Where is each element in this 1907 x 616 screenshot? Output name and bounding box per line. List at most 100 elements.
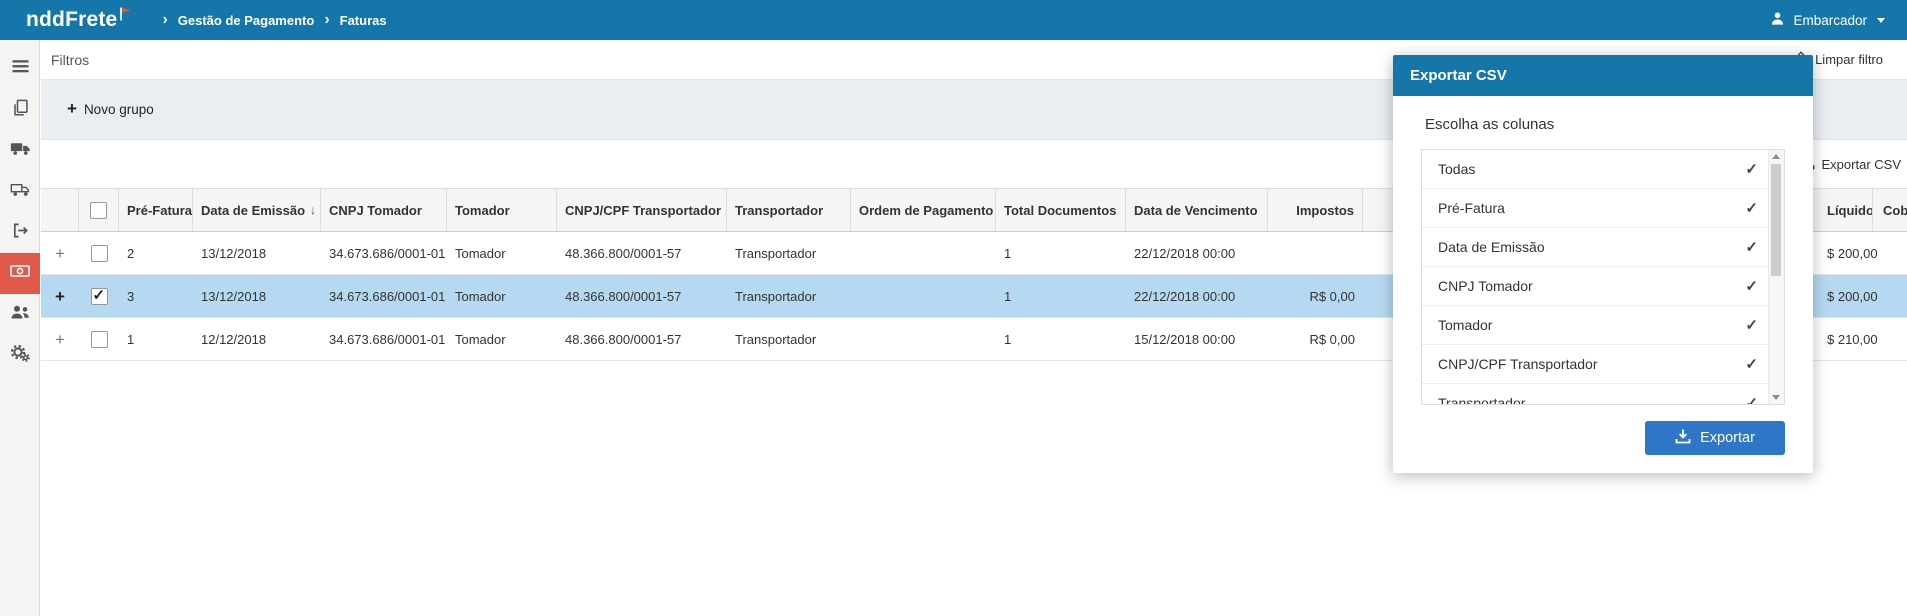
expand-row-icon[interactable]	[55, 288, 65, 305]
cell-pre-fatura: 2	[127, 245, 135, 261]
col-header-data-vencimento[interactable]: Data de Vencimento	[1126, 189, 1268, 231]
list-scrollbar[interactable]	[1768, 150, 1784, 404]
users-icon	[10, 304, 30, 325]
new-group-label: Novo grupo	[83, 102, 154, 117]
modal-title: Exportar CSV	[1393, 55, 1813, 96]
col-header-ordem-pagamento[interactable]: Ordem de Pagamento	[851, 189, 996, 231]
sidebar-item-menu[interactable]	[0, 48, 40, 89]
col-header-liquido[interactable]: Líquido	[1813, 189, 1873, 231]
column-option-label: CNPJ/CPF Transportador	[1438, 356, 1598, 372]
row-checkbox[interactable]	[90, 244, 108, 262]
expand-column-header	[41, 189, 79, 231]
user-menu[interactable]: Embarcador	[1770, 11, 1885, 29]
col-header-impostos[interactable]: Impostos	[1268, 189, 1363, 231]
col-header-tomador[interactable]: Tomador	[447, 189, 557, 231]
cell-data-vencimento: 22/12/2018 00:00	[1134, 245, 1236, 261]
cell-cnpj-tomador: 34.673.686/0001-01	[329, 245, 446, 261]
cell-transportador: Transportador	[735, 288, 817, 304]
cell-impostos	[1268, 232, 1363, 274]
clear-filter-label: Limpar filtro	[1815, 52, 1883, 67]
export-csv-label: Exportar CSV	[1821, 156, 1901, 172]
sidebar-item-sign-out[interactable]	[0, 212, 40, 253]
sidebar-item-payments[interactable]	[0, 253, 40, 294]
modal-subtitle: Escolha as colunas	[1425, 116, 1555, 133]
scroll-down-arrow-icon[interactable]	[1772, 395, 1780, 400]
col-header-total-documentos[interactable]: Total Documentos	[996, 189, 1126, 231]
user-icon	[1770, 11, 1785, 29]
expand-row-icon[interactable]	[55, 331, 65, 348]
check-icon	[1745, 384, 1758, 404]
flag-icon	[119, 6, 132, 27]
truck-icon	[10, 140, 31, 162]
col-header-pre-fatura[interactable]: Pré-Fatura	[119, 189, 193, 231]
cell-transportador: Transportador	[735, 331, 817, 347]
cell-data-emissao: 12/12/2018	[201, 331, 267, 347]
sidebar-item-truck-delivery[interactable]	[0, 171, 40, 212]
cell-ordem-pagamento	[851, 275, 996, 317]
select-all-header	[79, 189, 119, 231]
payments-icon	[10, 263, 30, 284]
col-header-transportador[interactable]: Transportador	[727, 189, 851, 231]
cell-ordem-pagamento	[851, 232, 996, 274]
breadcrumb-gestao-de-pagamento[interactable]: Gestão de Pagamento	[178, 13, 315, 28]
column-option-pre-fatura[interactable]: Pré-Fatura	[1422, 189, 1784, 228]
cell-transportador: Transportador	[735, 245, 817, 261]
modal-footer: Exportar	[1421, 421, 1785, 455]
column-option-transportador[interactable]: Transportador	[1422, 384, 1784, 405]
sidebar-item-users[interactable]	[0, 294, 40, 335]
breadcrumb-faturas[interactable]: Faturas	[340, 13, 387, 28]
export-button[interactable]: Exportar	[1645, 421, 1785, 455]
expand-row-icon[interactable]	[55, 245, 65, 262]
sidebar	[0, 40, 40, 616]
cell-liquido: $ 210,00	[1827, 331, 1878, 347]
cell-total-documentos: 1	[1004, 331, 1012, 347]
column-options-list: Todas Pré-Fatura Data de Emissão CNPJ To…	[1421, 149, 1785, 405]
cell-data-emissao: 13/12/2018	[201, 288, 267, 304]
filters-title: Filtros	[51, 51, 90, 68]
sidebar-item-documents[interactable]	[0, 89, 40, 130]
settings-gears-icon	[10, 344, 30, 367]
cell-tomador: Tomador	[455, 288, 506, 304]
sort-desc-icon: ↓	[310, 203, 317, 217]
app-logo[interactable]: nddFrete	[26, 6, 132, 32]
cell-liquido: $ 200,00	[1827, 288, 1878, 304]
cell-cnpj-tomador: 34.673.686/0001-01	[329, 288, 446, 304]
column-option-label: Todas	[1438, 161, 1476, 177]
new-group-button[interactable]: Novo grupo	[61, 101, 160, 118]
chevron-right-icon	[324, 11, 329, 29]
cell-tomador: Tomador	[455, 331, 506, 347]
cell-cnpj-tomador: 34.673.686/0001-01	[329, 331, 446, 347]
check-icon	[1745, 150, 1758, 189]
chevron-down-icon	[1877, 17, 1885, 23]
cell-pre-fatura: 3	[127, 288, 135, 304]
menu-icon	[12, 58, 29, 79]
row-checkbox[interactable]	[90, 286, 108, 305]
column-option-label: Transportador	[1438, 395, 1526, 405]
col-header-cnpj-tomador[interactable]: CNPJ Tomador	[321, 189, 447, 231]
truck-delivery-icon	[10, 181, 31, 203]
col-header-cnpj-cpf-transportador[interactable]: CNPJ/CPF Transportador	[557, 189, 727, 231]
column-option-todas[interactable]: Todas	[1422, 150, 1784, 189]
col-header-data-emissao[interactable]: Data de Emissão ↓	[193, 189, 321, 231]
sidebar-item-settings[interactable]	[0, 335, 40, 376]
column-option-cnpj-cpf-transportador[interactable]: CNPJ/CPF Transportador	[1422, 345, 1784, 384]
column-option-cnpj-tomador[interactable]: CNPJ Tomador	[1422, 267, 1784, 306]
row-checkbox[interactable]	[90, 330, 108, 348]
select-all-checkbox[interactable]	[90, 201, 107, 219]
cell-tomador: Tomador	[455, 245, 506, 261]
scrollbar-thumb[interactable]	[1771, 164, 1781, 276]
export-button-label: Exportar	[1700, 430, 1755, 446]
column-option-data-emissao[interactable]: Data de Emissão	[1422, 228, 1784, 267]
col-header-cobra[interactable]: Cobra	[1873, 189, 1907, 231]
modal-body: Escolha as colunas Todas Pré-Fatura Data…	[1393, 96, 1813, 473]
plus-icon	[67, 102, 77, 117]
cell-cobra	[1873, 318, 1907, 360]
cell-total-documentos: 1	[1004, 245, 1012, 261]
sidebar-item-truck[interactable]	[0, 130, 40, 171]
cell-cobra	[1873, 232, 1907, 274]
export-csv-button[interactable]: Exportar CSV	[1800, 155, 1901, 173]
topbar: nddFrete Gestão de Pagamento Faturas Emb…	[0, 0, 1907, 40]
scroll-up-arrow-icon[interactable]	[1772, 154, 1780, 159]
check-icon	[1745, 345, 1758, 384]
column-option-tomador[interactable]: Tomador	[1422, 306, 1784, 345]
